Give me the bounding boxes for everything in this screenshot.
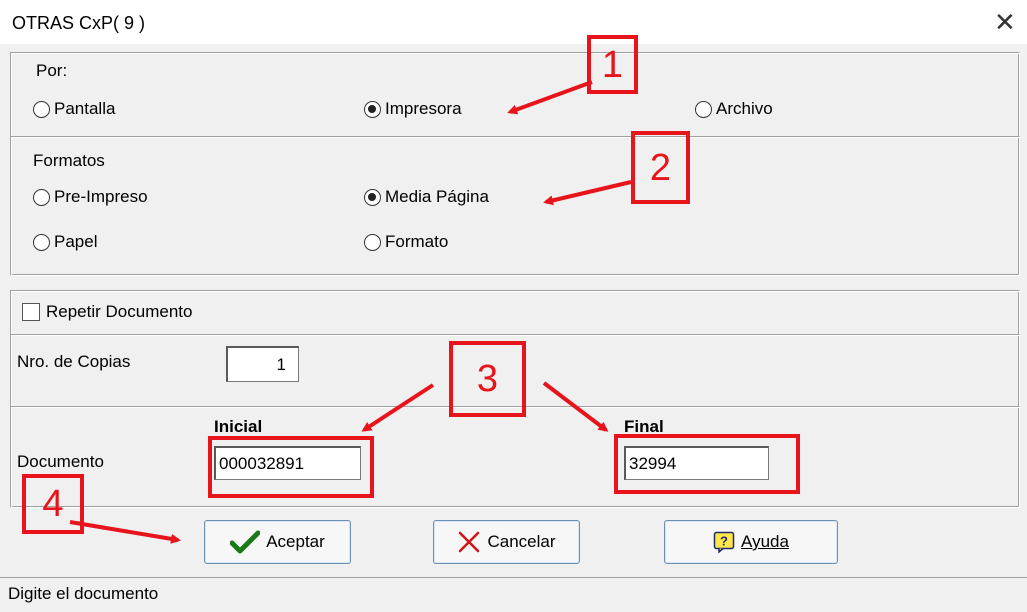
arrow-3-left	[361, 383, 435, 432]
arrow-1	[507, 80, 593, 115]
annotation-arrows	[69, 80, 632, 544]
arrow-2	[543, 180, 632, 206]
arrow-3-right	[542, 381, 609, 432]
arrow-4	[69, 520, 181, 544]
